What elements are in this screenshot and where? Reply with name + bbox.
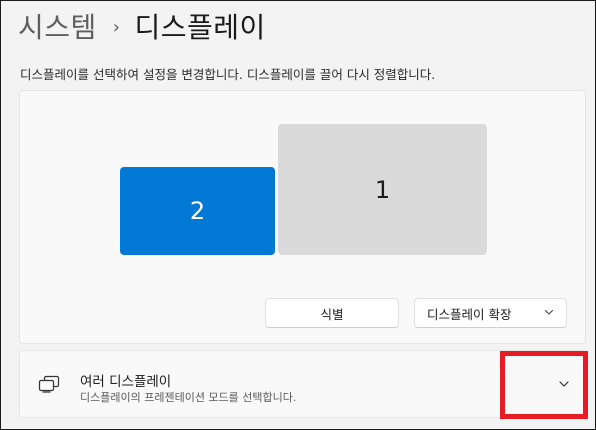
monitor-2-label: 2: [189, 197, 206, 225]
display-description: 디스플레이를 선택하여 설정을 변경합니다. 디스플레이를 끌어 다시 정렬합니…: [20, 67, 436, 82]
display-mode-dropdown[interactable]: 디스플레이 확장: [414, 298, 567, 328]
chevron-down-icon[interactable]: [558, 378, 570, 390]
multiple-displays-icon: [38, 375, 60, 393]
display-mode-value: 디스플레이 확장: [427, 306, 512, 322]
monitor-1-tile[interactable]: 1: [278, 124, 487, 255]
breadcrumb-separator: ›: [112, 16, 121, 38]
identify-button-label: 식별: [320, 306, 344, 322]
multiple-displays-row[interactable]: 여러 디스플레이 디스플레이의 프레젠테이션 모드를 선택합니다.: [19, 350, 586, 418]
chevron-down-icon: [544, 309, 554, 315]
multiple-displays-subtitle: 디스플레이의 프레젠테이션 모드를 선택합니다.: [80, 391, 297, 404]
multiple-displays-title: 여러 디스플레이: [80, 374, 172, 390]
monitor-2-tile[interactable]: 2: [120, 167, 275, 255]
breadcrumb: 시스템 › 디스플레이: [18, 6, 266, 46]
identify-button[interactable]: 식별: [265, 298, 399, 328]
display-arrangement-panel: 2 1 식별 디스플레이 확장: [19, 90, 586, 344]
monitor-1-label: 1: [374, 175, 391, 204]
breadcrumb-system-link[interactable]: 시스템: [18, 6, 97, 46]
multiple-displays-expand-button[interactable]: [501, 351, 585, 417]
page-title: 디스플레이: [134, 11, 266, 44]
